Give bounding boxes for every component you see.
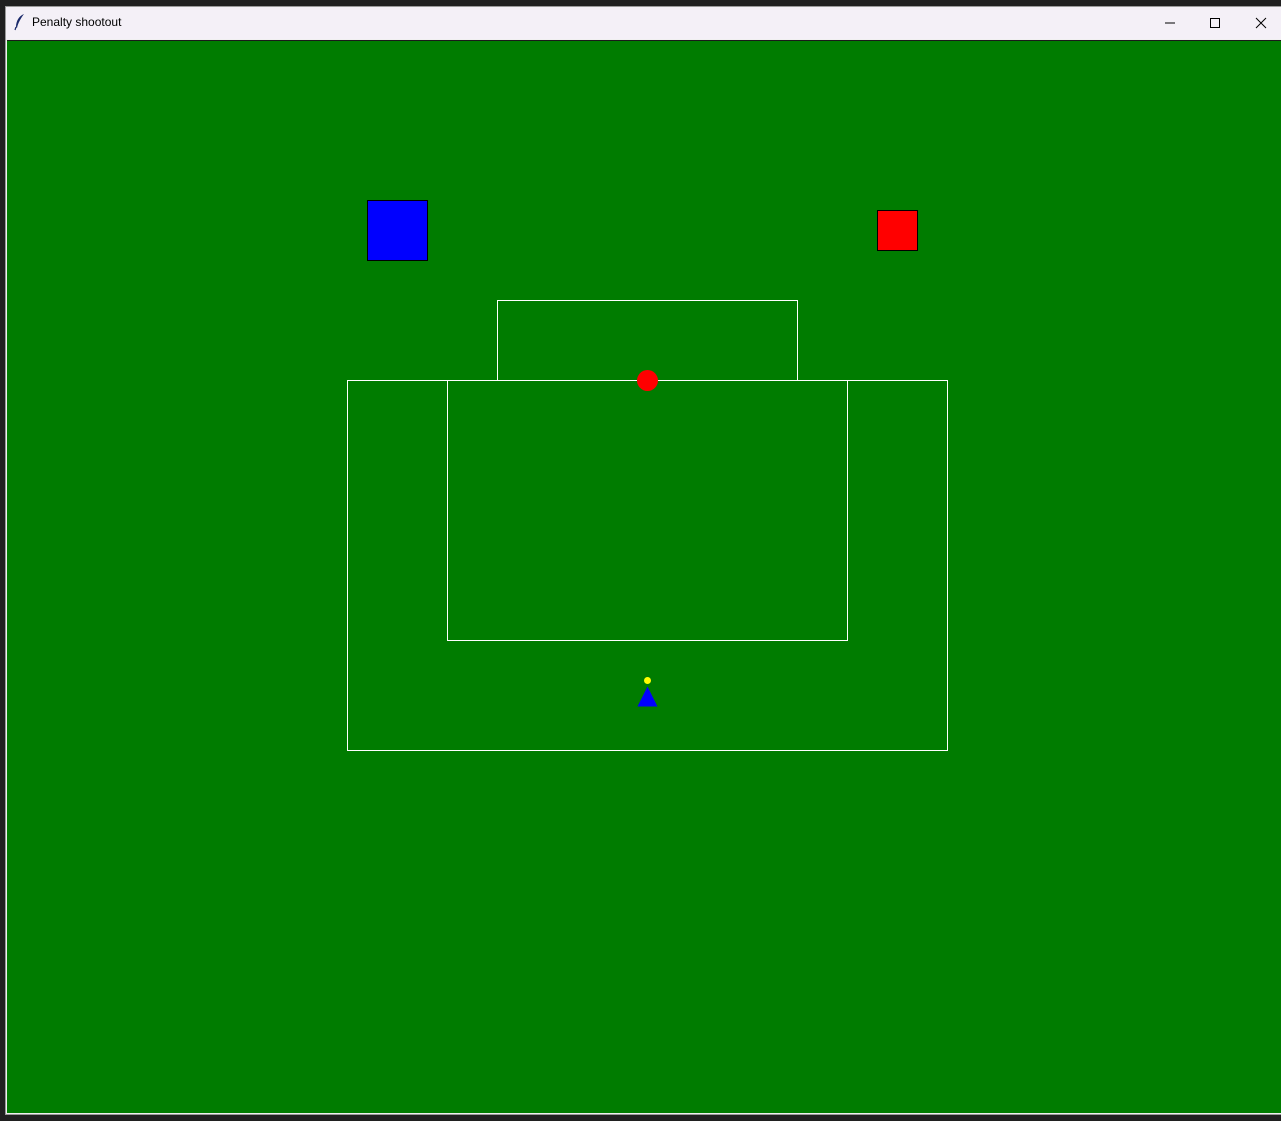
red-team-marker (877, 210, 918, 251)
game-canvas[interactable] (7, 40, 1281, 1113)
feather-icon (13, 13, 27, 31)
goalkeeper[interactable] (637, 370, 658, 391)
pitch (347, 200, 948, 751)
window-title: Penalty shootout (32, 15, 122, 29)
minimize-button[interactable] (1147, 7, 1193, 39)
goal-frame (497, 300, 798, 381)
title-bar[interactable]: Penalty shootout (6, 7, 1281, 39)
maximize-icon (1209, 17, 1221, 29)
maximize-button[interactable] (1192, 7, 1238, 39)
goal-area (447, 380, 848, 641)
close-button[interactable] (1238, 7, 1281, 39)
blue-team-marker (367, 200, 428, 261)
close-icon (1255, 17, 1267, 29)
minimize-icon (1164, 17, 1176, 29)
shooter[interactable] (637, 686, 658, 707)
game-window: Penalty shootout (5, 6, 1281, 1115)
ball[interactable] (644, 677, 651, 684)
